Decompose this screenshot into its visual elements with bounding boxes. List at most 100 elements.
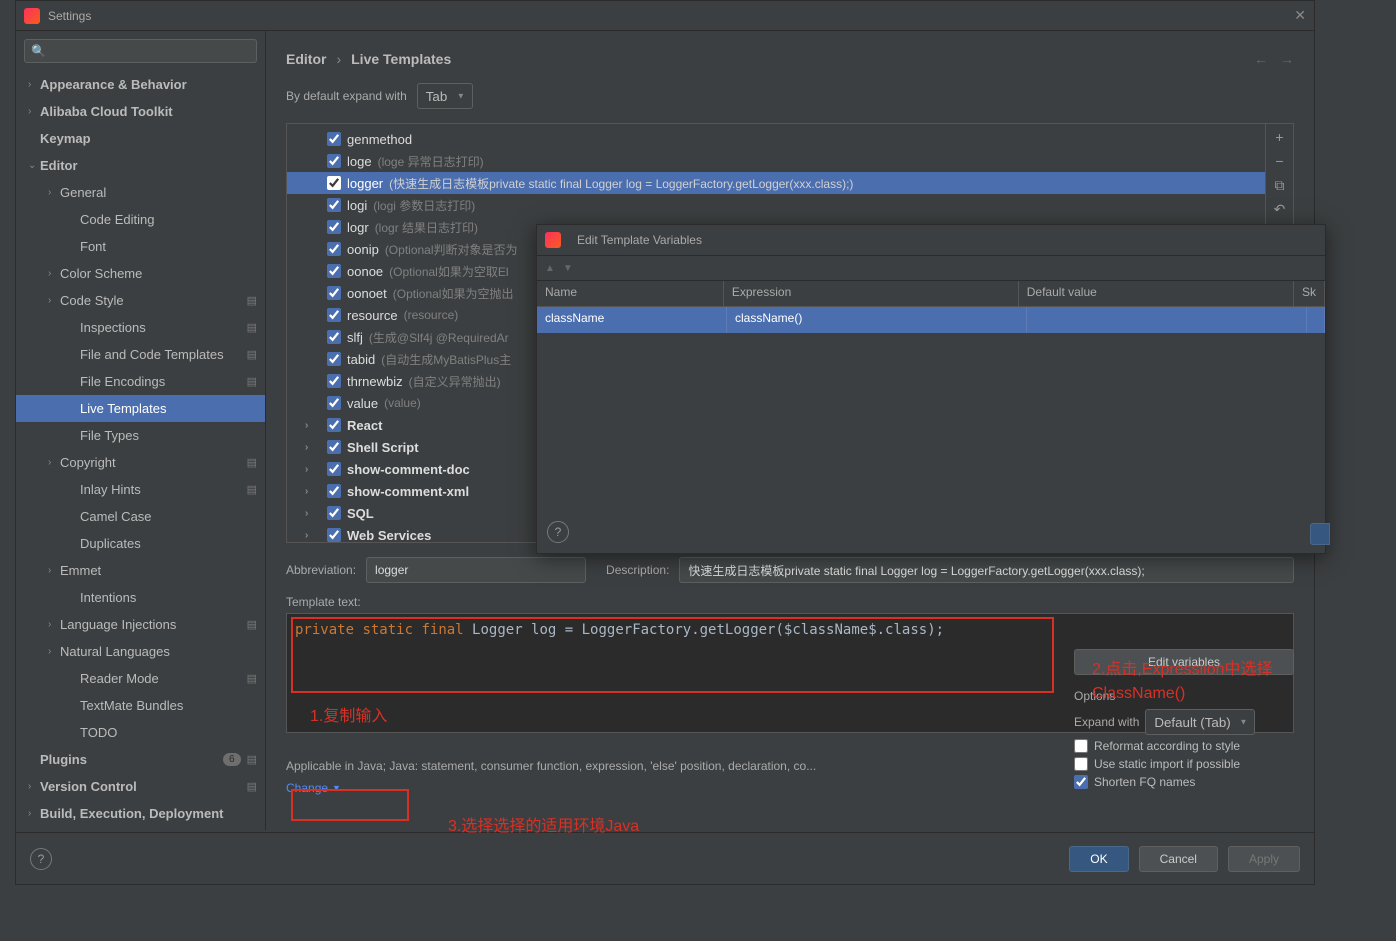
options-expand-select[interactable]: Default (Tab) <box>1145 709 1255 735</box>
reformat-checkbox[interactable] <box>1074 739 1088 753</box>
desc-input[interactable] <box>679 557 1294 583</box>
move-up-icon[interactable]: ▲ <box>545 263 555 274</box>
breadcrumb: Editor › Live Templates ← → <box>286 43 1294 75</box>
intellij-icon <box>24 8 40 24</box>
sidebar-item-textmate-bundles[interactable]: TextMate Bundles <box>16 692 265 719</box>
template-checkbox[interactable] <box>327 220 341 234</box>
change-link[interactable]: Change▼ <box>286 781 341 795</box>
static-import-checkbox[interactable] <box>1074 757 1088 771</box>
sidebar-item-language-injections[interactable]: ›Language Injections▤ <box>16 611 265 638</box>
group-checkbox[interactable] <box>327 484 341 498</box>
intellij-icon <box>545 232 561 248</box>
shorten-fq-checkbox[interactable] <box>1074 775 1088 789</box>
options-expand-label: Expand with <box>1074 715 1139 729</box>
help-icon[interactable]: ? <box>547 521 569 543</box>
template-checkbox[interactable] <box>327 330 341 344</box>
settings-tree[interactable]: ›Appearance & Behavior›Alibaba Cloud Too… <box>16 71 265 830</box>
sidebar-item-general[interactable]: ›General <box>16 179 265 206</box>
sidebar-item-todo[interactable]: TODO <box>16 719 265 746</box>
template-checkbox[interactable] <box>327 374 341 388</box>
sidebar-item-plugins[interactable]: Plugins6▤ <box>16 746 265 773</box>
sidebar-item-appearance-behavior[interactable]: ›Appearance & Behavior <box>16 71 265 98</box>
sidebar-item-live-templates[interactable]: Live Templates <box>16 395 265 422</box>
search-input[interactable] <box>24 39 257 63</box>
dialog-ok-button[interactable] <box>1310 523 1330 545</box>
template-checkbox[interactable] <box>327 308 341 322</box>
template-checkbox[interactable] <box>327 132 341 146</box>
apply-button[interactable]: Apply <box>1228 846 1300 872</box>
sidebar-item-font[interactable]: Font <box>16 233 265 260</box>
chevron-down-icon: ▼ <box>332 783 341 793</box>
cell-default[interactable] <box>1027 307 1307 333</box>
nav-back-icon[interactable]: ← <box>1254 51 1268 67</box>
sidebar-item-file-types[interactable]: File Types <box>16 422 265 449</box>
cell-expression[interactable]: className() <box>727 307 1027 333</box>
template-checkbox[interactable] <box>327 396 341 410</box>
sidebar-item-alibaba-cloud-toolkit[interactable]: ›Alibaba Cloud Toolkit <box>16 98 265 125</box>
template-logi[interactable]: logi (logi 参数日志打印) <box>287 194 1265 216</box>
group-checkbox[interactable] <box>327 440 341 454</box>
sidebar-item-file-and-code-templates[interactable]: File and Code Templates▤ <box>16 341 265 368</box>
add-icon[interactable]: + <box>1271 128 1289 146</box>
help-icon[interactable]: ? <box>30 848 52 870</box>
template-loge[interactable]: loge (loge 异常日志打印) <box>287 150 1265 172</box>
sidebar-item-emmet[interactable]: ›Emmet <box>16 557 265 584</box>
template-checkbox[interactable] <box>327 176 341 190</box>
variables-table[interactable]: Name Expression Default value Sk classNa… <box>537 281 1325 333</box>
cancel-button[interactable]: Cancel <box>1139 846 1218 872</box>
static-import-label: Use static import if possible <box>1094 757 1240 771</box>
template-genmethod[interactable]: genmethod <box>287 128 1265 150</box>
group-checkbox[interactable] <box>327 462 341 476</box>
template-text-label: Template text: <box>286 595 1294 609</box>
edit-variables-button[interactable]: Edit variables <box>1074 649 1294 675</box>
sidebar-item-code-style[interactable]: ›Code Style▤ <box>16 287 265 314</box>
sidebar-item-camel-case[interactable]: Camel Case <box>16 503 265 530</box>
move-down-icon[interactable]: ▼ <box>563 263 573 274</box>
template-checkbox[interactable] <box>327 286 341 300</box>
breadcrumb-live-templates: Live Templates <box>351 51 451 67</box>
copy-icon[interactable]: ⧉ <box>1271 176 1289 194</box>
abbrev-label: Abbreviation: <box>286 563 356 577</box>
template-checkbox[interactable] <box>327 352 341 366</box>
sidebar-item-copyright[interactable]: ›Copyright▤ <box>16 449 265 476</box>
ok-button[interactable]: OK <box>1069 846 1128 872</box>
sidebar-item-color-scheme[interactable]: ›Color Scheme <box>16 260 265 287</box>
desc-label: Description: <box>606 563 669 577</box>
sidebar-item-version-control[interactable]: ›Version Control▤ <box>16 773 265 800</box>
template-checkbox[interactable] <box>327 154 341 168</box>
sidebar-item-reader-mode[interactable]: Reader Mode▤ <box>16 665 265 692</box>
group-checkbox[interactable] <box>327 506 341 520</box>
sidebar-item-build-execution-deployment[interactable]: ›Build, Execution, Deployment <box>16 800 265 827</box>
table-row[interactable]: className className() <box>537 307 1325 333</box>
template-checkbox[interactable] <box>327 264 341 278</box>
sidebar-item-code-editing[interactable]: Code Editing <box>16 206 265 233</box>
breadcrumb-editor[interactable]: Editor <box>286 51 326 67</box>
group-checkbox[interactable] <box>327 418 341 432</box>
sidebar-item-inlay-hints[interactable]: Inlay Hints▤ <box>16 476 265 503</box>
cell-name[interactable]: className <box>537 307 727 333</box>
revert-icon[interactable]: ↶ <box>1271 200 1289 218</box>
sidebar-item-keymap[interactable]: Keymap <box>16 125 265 152</box>
sidebar-item-duplicates[interactable]: Duplicates <box>16 530 265 557</box>
reformat-label: Reformat according to style <box>1094 739 1240 753</box>
expand-with-select[interactable]: Tab <box>417 83 473 109</box>
bottom-bar: ? OK Cancel Apply <box>16 832 1314 884</box>
sidebar-item-inspections[interactable]: Inspections▤ <box>16 314 265 341</box>
close-icon[interactable]: ✕ <box>1294 7 1306 24</box>
sidebar-item-intentions[interactable]: Intentions <box>16 584 265 611</box>
group-checkbox[interactable] <box>327 528 341 542</box>
col-expression: Expression <box>724 281 1019 306</box>
sidebar-item-editor[interactable]: ⌄Editor <box>16 152 265 179</box>
nav-forward-icon[interactable]: → <box>1280 51 1294 67</box>
options-title: Options <box>1074 689 1294 703</box>
sidebar-item-file-encodings[interactable]: File Encodings▤ <box>16 368 265 395</box>
cell-skip[interactable] <box>1307 307 1325 333</box>
abbrev-input[interactable] <box>366 557 586 583</box>
titlebar: Settings ✕ <box>16 1 1314 31</box>
template-checkbox[interactable] <box>327 198 341 212</box>
sidebar-item-natural-languages[interactable]: ›Natural Languages <box>16 638 265 665</box>
template-checkbox[interactable] <box>327 242 341 256</box>
shorten-fq-label: Shorten FQ names <box>1094 775 1195 789</box>
remove-icon[interactable]: − <box>1271 152 1289 170</box>
template-logger[interactable]: logger (快速生成日志模板private static final Log… <box>287 172 1265 194</box>
